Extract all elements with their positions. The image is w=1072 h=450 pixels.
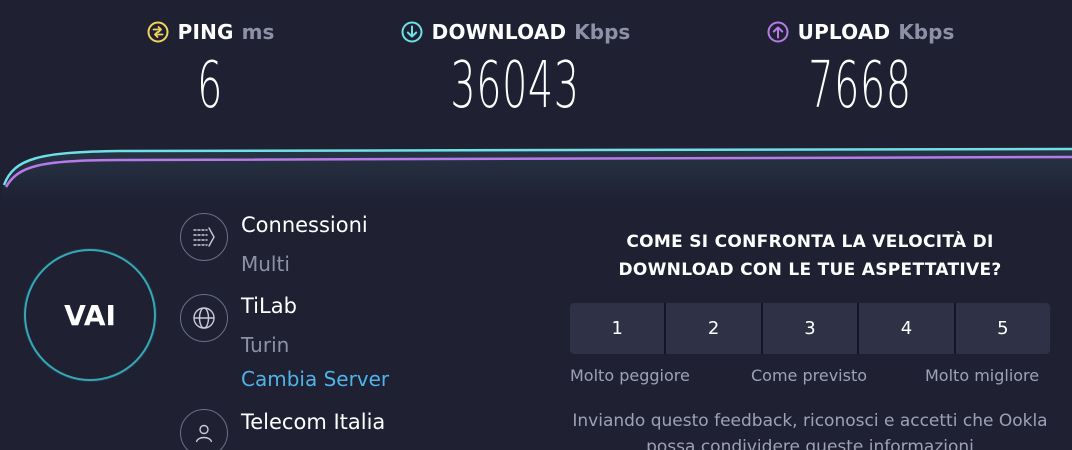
rating-button-2[interactable]: 2 xyxy=(666,303,761,354)
survey-question: COME SI CONFRONTA LA VELOCITÀ DI DOWNLOA… xyxy=(618,232,1002,280)
ping-label: PING xyxy=(177,20,234,44)
ping-metric: PING ms 6 xyxy=(110,20,310,118)
speed-graph xyxy=(0,147,1072,200)
ping-header: PING ms xyxy=(110,20,310,44)
upload-unit: Kbps xyxy=(898,20,955,44)
rating-button-3[interactable]: 3 xyxy=(762,303,858,354)
rating-button-5[interactable]: 5 xyxy=(955,303,1050,354)
ping-value: 6 xyxy=(197,49,223,123)
change-server-link[interactable]: Cambia Server xyxy=(241,367,389,391)
ping-icon xyxy=(146,20,170,44)
connections-icon xyxy=(180,213,228,261)
upload-label: UPLOAD xyxy=(797,20,891,44)
provider-name: Telecom Italia xyxy=(241,410,386,434)
connections-title: Connessioni xyxy=(241,213,368,237)
rating-label-mid: Come previsto xyxy=(751,366,868,385)
download-arrow-icon xyxy=(400,20,424,44)
user-icon xyxy=(180,409,228,450)
go-button[interactable]: VAI xyxy=(24,249,156,381)
rating-button-4[interactable]: 4 xyxy=(859,303,954,354)
upload-metric: UPLOAD Kbps 7668 xyxy=(740,20,980,118)
download-unit: Kbps xyxy=(574,20,631,44)
ping-unit: ms xyxy=(241,20,275,44)
server-name: TiLab xyxy=(241,294,297,318)
server-location: Turin xyxy=(241,333,290,357)
rating-label-low: Molto peggiore xyxy=(570,366,690,385)
rating-label-high: Molto migliore xyxy=(925,366,1040,385)
rating-group: 1 2 3 4 5 xyxy=(570,303,1050,354)
download-metric: DOWNLOAD Kbps 36043 xyxy=(385,20,645,118)
upload-header: UPLOAD Kbps xyxy=(740,20,980,44)
upload-arrow-icon xyxy=(766,20,790,44)
upload-value: 7668 xyxy=(808,49,912,123)
download-header: DOWNLOAD Kbps xyxy=(385,20,645,44)
download-value: 36043 xyxy=(450,49,580,123)
connections-value: Multi xyxy=(241,252,290,276)
rating-button-1[interactable]: 1 xyxy=(570,303,665,354)
feedback-disclaimer: Inviando questo feedback, riconosci e ac… xyxy=(572,411,1048,450)
download-label: DOWNLOAD xyxy=(431,20,567,44)
globe-icon xyxy=(180,294,228,342)
